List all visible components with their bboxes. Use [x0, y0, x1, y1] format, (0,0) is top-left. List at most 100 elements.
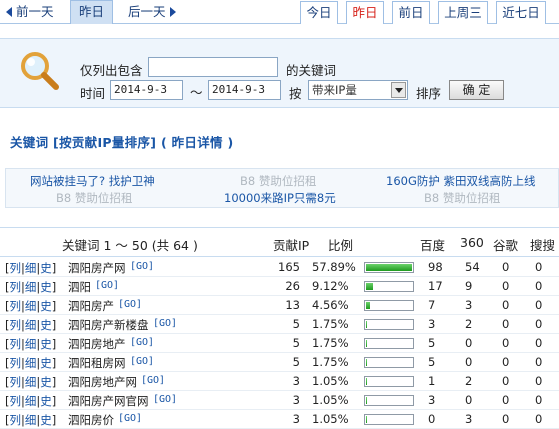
row-google: 0	[502, 355, 510, 369]
row-google: 0	[502, 374, 510, 388]
row-link-history[interactable]: 史	[40, 337, 52, 351]
next-day-label: 后一天	[128, 4, 166, 19]
row-link-list[interactable]: 列	[10, 261, 22, 275]
row-sogou: 0	[535, 260, 543, 274]
ratio-bar	[364, 357, 414, 368]
row-baidu: 7	[428, 298, 436, 312]
table-row: [列|细|史] 泗阳租房网 [GO] 5 1.75% 5 0 0 0	[0, 353, 559, 372]
ad-slot-left-bottom[interactable]: B8 赞助位招租	[56, 190, 132, 206]
row-go-link[interactable]: [GO]	[130, 261, 154, 272]
row-ip: 3	[292, 412, 300, 426]
row-baidu: 5	[428, 336, 436, 350]
time-label: 时间	[80, 86, 106, 101]
tab-last-seven-days[interactable]: 近七日	[496, 1, 546, 24]
row-link-detail[interactable]: 细	[25, 318, 37, 332]
row-go-link[interactable]: [GO]	[153, 394, 177, 405]
row-link-detail[interactable]: 细	[25, 394, 37, 408]
row-ratio: 1.75%	[312, 317, 349, 331]
row-action-links: [列|细|史]	[5, 394, 57, 408]
row-link-list[interactable]: 列	[10, 280, 22, 294]
row-go-link[interactable]: [GO]	[95, 280, 119, 291]
sort-select[interactable]: 带来IP量	[308, 80, 408, 100]
row-go-link[interactable]: [GO]	[130, 337, 154, 348]
row-baidu: 3	[428, 317, 436, 331]
row-link-history[interactable]: 史	[40, 413, 52, 427]
arrow-left-icon	[6, 7, 12, 17]
tab-today[interactable]: 今日	[300, 1, 338, 24]
row-link-history[interactable]: 史	[40, 280, 52, 294]
row-link-history[interactable]: 史	[40, 299, 52, 313]
row-keyword: 泗阳房产网官网	[68, 394, 149, 408]
ratio-bar	[364, 281, 414, 292]
keyword-filter-input[interactable]	[148, 57, 278, 77]
row-link-detail[interactable]: 细	[25, 375, 37, 389]
tab-last-wednesday[interactable]: 上周三	[438, 1, 488, 24]
ad-link-mid-bottom[interactable]: 10000来路IP只需8元	[224, 190, 336, 206]
row-link-detail[interactable]: 细	[25, 299, 37, 313]
row-link-list[interactable]: 列	[10, 318, 22, 332]
row-action-links: [列|细|史]	[5, 375, 57, 389]
ad-link-left-top[interactable]: 网站被挂马了? 找护卫神	[30, 173, 155, 189]
ratio-bar-fill	[366, 340, 367, 347]
confirm-button[interactable]: 确 定	[449, 80, 504, 100]
row-link-history[interactable]: 史	[40, 356, 52, 370]
row-keyword: 泗阳房产	[68, 299, 114, 313]
row-link-detail[interactable]: 细	[25, 413, 37, 427]
row-link-detail[interactable]: 细	[25, 356, 37, 370]
ratio-bar	[364, 414, 414, 425]
ratio-bar	[364, 319, 414, 330]
row-link-list[interactable]: 列	[10, 375, 22, 389]
date-from-input[interactable]: 2014-9-3	[110, 80, 183, 100]
ad-link-right-top[interactable]: 160G防护 紫田双线高防上线	[386, 173, 536, 189]
row-link-list[interactable]: 列	[10, 413, 22, 427]
row-go-link[interactable]: [GO]	[153, 318, 177, 329]
tab-yesterday[interactable]: 昨日	[346, 1, 384, 24]
header-google[interactable]: 谷歌	[493, 235, 518, 254]
header-360[interactable]: 360	[460, 235, 484, 250]
row-ip: 5	[292, 317, 300, 331]
table-row: [列|细|史] 泗阳房地产网 [GO] 3 1.05% 1 2 0 0	[0, 372, 559, 391]
row-link-list[interactable]: 列	[10, 337, 22, 351]
header-sogou[interactable]: 搜搜	[530, 235, 555, 254]
row-link-history[interactable]: 史	[40, 394, 52, 408]
header-ip[interactable]: 贡献IP	[273, 235, 309, 254]
tab-day-before[interactable]: 前日	[392, 1, 430, 24]
row-ratio: 1.05%	[312, 412, 349, 426]
magnifier-icon	[21, 52, 59, 90]
prev-day-button[interactable]: 前一天	[6, 1, 54, 23]
row-action-links: [列|细|史]	[5, 261, 57, 275]
row-go-link[interactable]: [GO]	[118, 299, 142, 310]
row-ip: 3	[292, 393, 300, 407]
row-baidu: 0	[428, 412, 436, 426]
header-baidu[interactable]: 百度	[420, 235, 445, 254]
date-to-input[interactable]: 2014-9-3	[208, 80, 281, 100]
row-action-links: [列|细|史]	[5, 356, 57, 370]
chevron-down-icon	[391, 82, 406, 98]
row-link-history[interactable]: 史	[40, 375, 52, 389]
ratio-bar-fill	[366, 283, 373, 290]
row-keyword: 泗阳房价	[68, 413, 114, 427]
ad-slot-mid-top[interactable]: B8 赞助位招租	[240, 173, 316, 189]
ratio-bar	[364, 338, 414, 349]
row-go-link[interactable]: [GO]	[130, 356, 154, 367]
row-link-detail[interactable]: 细	[25, 280, 37, 294]
ad-slot-right-bottom[interactable]: B8 赞助位招租	[424, 190, 500, 206]
ratio-bar-fill	[366, 264, 412, 271]
row-google: 0	[502, 279, 510, 293]
row-go-link[interactable]: [GO]	[118, 413, 142, 424]
row-link-history[interactable]: 史	[40, 318, 52, 332]
current-day-button[interactable]: 昨日	[70, 0, 114, 24]
row-ip: 165	[278, 260, 300, 274]
row-link-detail[interactable]: 细	[25, 337, 37, 351]
row-go-link[interactable]: [GO]	[141, 375, 165, 386]
row-link-detail[interactable]: 细	[25, 261, 37, 275]
row-link-list[interactable]: 列	[10, 394, 22, 408]
row-360: 3	[465, 298, 473, 312]
row-action-links: [列|细|史]	[5, 318, 57, 332]
row-link-list[interactable]: 列	[10, 299, 22, 313]
row-link-history[interactable]: 史	[40, 261, 52, 275]
header-ratio: 比例	[328, 238, 354, 253]
row-sogou: 0	[535, 298, 543, 312]
next-day-button[interactable]: 后一天	[128, 1, 176, 23]
row-link-list[interactable]: 列	[10, 356, 22, 370]
